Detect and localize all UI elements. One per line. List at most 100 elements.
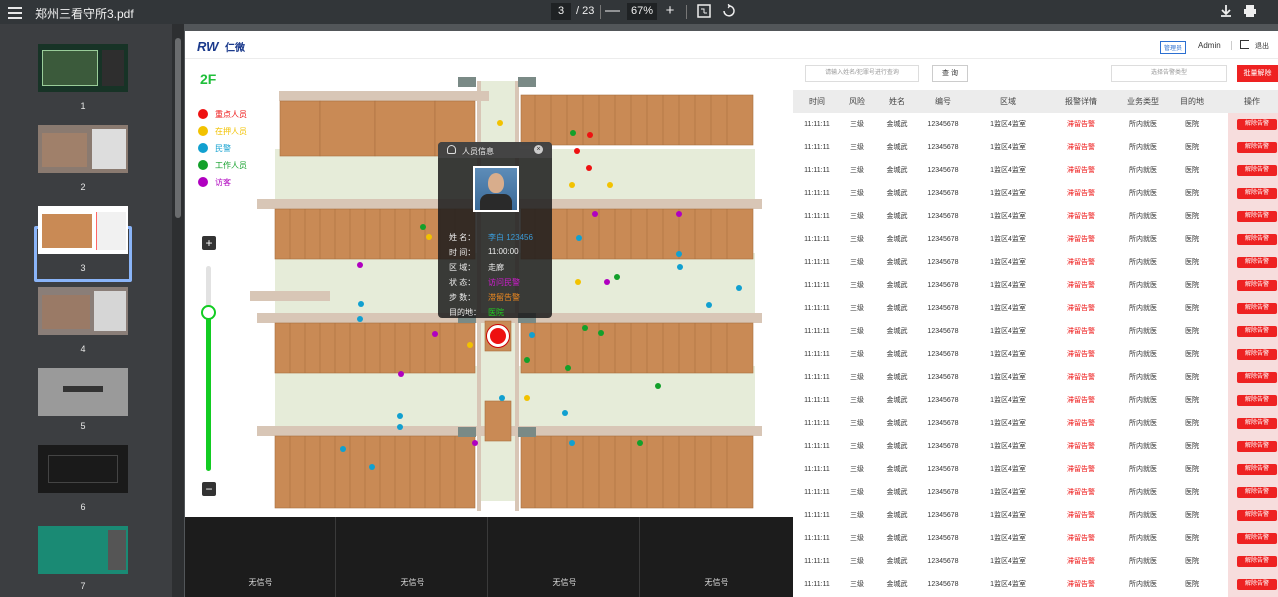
map-zoom-in-button[interactable]: + (202, 236, 216, 250)
logout-button[interactable]: 退出 (1255, 41, 1269, 51)
search-input[interactable]: 请输入姓名/犯罪号进行查询 (805, 65, 919, 82)
table-row: 11:11:11 三级 金城武 12345678 1监区4监室 滞留告警 所内就医 医院 解除告… (793, 136, 1278, 159)
table-cell: 滞留告警 (1067, 259, 1095, 266)
alarm-marker[interactable] (487, 325, 509, 347)
table-cell: 滞留告警 (1067, 581, 1095, 588)
zoom-out-button[interactable]: — (605, 2, 620, 20)
clear-alarm-button[interactable]: 解除告警 (1237, 165, 1277, 176)
page-number-input[interactable]: 3 (551, 3, 571, 20)
table-row: 11:11:11 三级 金城武 12345678 1监区4监室 滞留告警 所内就医 医院 解除告… (793, 527, 1278, 550)
clear-alarm-button[interactable]: 解除告警 (1237, 533, 1277, 544)
clear-alarm-button[interactable]: 解除告警 (1237, 510, 1277, 521)
thumbnail-page-4[interactable] (38, 287, 128, 335)
table-cell: 金城武 (886, 466, 908, 473)
thumbnail-page-6[interactable] (38, 445, 128, 493)
table-cell: 金城武 (886, 282, 908, 289)
table-cell: 金城武 (886, 259, 908, 266)
fit-page-icon[interactable] (697, 4, 711, 18)
map-zoom-out-button[interactable]: − (202, 482, 216, 496)
table-cell: 12345678 (927, 236, 959, 243)
camera-tile[interactable]: 无信号 (489, 517, 640, 597)
table-cell: 医院 (1185, 443, 1199, 450)
map-zoom-handle[interactable] (201, 305, 216, 320)
table-cell: 11:11:11 (804, 351, 830, 358)
clear-alarm-button[interactable]: 解除告警 (1237, 349, 1277, 360)
table-cell: 滞留告警 (1067, 190, 1095, 197)
table-cell: 12345678 (927, 512, 959, 519)
clear-alarm-button[interactable]: 解除告警 (1237, 234, 1277, 245)
clear-alarm-button[interactable]: 解除告警 (1237, 372, 1277, 383)
table-cell: 1监区4监室 (990, 535, 1026, 542)
clear-alarm-button[interactable]: 解除告警 (1237, 303, 1277, 314)
thumbnail-page-7[interactable] (38, 526, 128, 574)
clear-alarm-button[interactable]: 解除告警 (1237, 487, 1277, 498)
clear-alarm-button[interactable]: 解除告警 (1237, 395, 1277, 406)
clear-alarm-button[interactable]: 解除告警 (1237, 556, 1277, 567)
table-cell: 金城武 (886, 167, 908, 174)
sidebar-scrollbar[interactable] (172, 24, 184, 597)
thumbnail-page-2[interactable] (38, 125, 128, 173)
logo-text: 仁微 (225, 43, 245, 54)
clear-alarm-button[interactable]: 解除告警 (1237, 464, 1277, 475)
table-cell: 12345678 (927, 443, 959, 450)
print-icon[interactable] (1243, 4, 1257, 18)
clear-alarm-button[interactable]: 解除告警 (1237, 142, 1277, 153)
clear-alarm-button[interactable]: 解除告警 (1237, 326, 1277, 337)
table-cell: 医院 (1185, 236, 1199, 243)
table-cell: 滞留告警 (1067, 443, 1095, 450)
zoom-level-input[interactable]: 67% (627, 3, 657, 20)
batch-clear-button[interactable]: 批量解除 (1237, 65, 1278, 82)
table-row: 11:11:11 三级 金城武 12345678 1监区4监室 滞留告警 所内就医 医院 解除告… (793, 251, 1278, 274)
clear-alarm-button[interactable]: 解除告警 (1237, 119, 1277, 130)
table-cell: 医院 (1185, 351, 1199, 358)
table-cell: 所内就医 (1129, 213, 1157, 220)
table-cell: 11:11:11 (804, 374, 830, 381)
table-cell: 医院 (1185, 512, 1199, 519)
camera-tile[interactable]: 无信号 (641, 517, 792, 597)
clear-alarm-button[interactable]: 解除告警 (1237, 579, 1277, 590)
table-cell: 医院 (1185, 535, 1199, 542)
table-cell: 1监区4监室 (990, 351, 1026, 358)
table-cell: 12345678 (927, 397, 959, 404)
table-cell: 三级 (850, 420, 864, 427)
query-button[interactable]: 查 询 (932, 65, 968, 82)
clear-alarm-button[interactable]: 解除告警 (1237, 211, 1277, 222)
camera-tile[interactable]: 无信号 (337, 517, 488, 597)
camera-tile[interactable]: 无信号 (185, 517, 336, 597)
table-cell: 12345678 (927, 190, 959, 197)
thumbnail-page-1[interactable] (38, 44, 128, 92)
table-cell: 滞留告警 (1067, 121, 1095, 128)
clear-alarm-button[interactable]: 解除告警 (1237, 280, 1277, 291)
table-row: 11:11:11 三级 金城武 12345678 1监区4监室 滞留告警 所内就医 医院 解除告… (793, 504, 1278, 527)
rotate-icon[interactable] (721, 4, 735, 18)
table-cell: 11:11:11 (804, 397, 830, 404)
thumbnail-page-5[interactable] (38, 368, 128, 416)
table-cell: 所内就医 (1129, 535, 1157, 542)
header-divider (1231, 41, 1232, 50)
clear-alarm-button[interactable]: 解除告警 (1237, 257, 1277, 268)
table-row: 11:11:11 三级 金城武 12345678 1监区4监室 滞留告警 所内就医 医院 解除告… (793, 389, 1278, 412)
close-icon[interactable]: × (534, 145, 543, 154)
table-cell: 金城武 (886, 305, 908, 312)
clear-alarm-button[interactable]: 解除告警 (1237, 418, 1277, 429)
zoom-in-button[interactable]: + (663, 2, 677, 20)
header-cell: 区域 (1000, 97, 1016, 106)
table-cell: 所内就医 (1129, 466, 1157, 473)
table-cell: 滞留告警 (1067, 167, 1095, 174)
table-cell: 所内就医 (1129, 512, 1157, 519)
table-cell: 三级 (850, 305, 864, 312)
alarm-type-select[interactable]: 选择告警类型 (1111, 65, 1227, 82)
menu-icon[interactable] (8, 4, 22, 20)
table-cell: 医院 (1185, 144, 1199, 151)
download-icon[interactable] (1219, 4, 1233, 18)
thumbnail-page-3[interactable] (38, 206, 128, 254)
table-cell: 医院 (1185, 282, 1199, 289)
clear-alarm-button[interactable]: 解除告警 (1237, 188, 1277, 199)
table-cell: 滞留告警 (1067, 282, 1095, 289)
table-cell: 12345678 (927, 282, 959, 289)
legend-dot-icon (198, 177, 208, 187)
table-cell: 11:11:11 (804, 213, 830, 220)
clear-alarm-button[interactable]: 解除告警 (1237, 441, 1277, 452)
table-cell: 所内就医 (1129, 374, 1157, 381)
logout-icon[interactable] (1240, 40, 1249, 49)
